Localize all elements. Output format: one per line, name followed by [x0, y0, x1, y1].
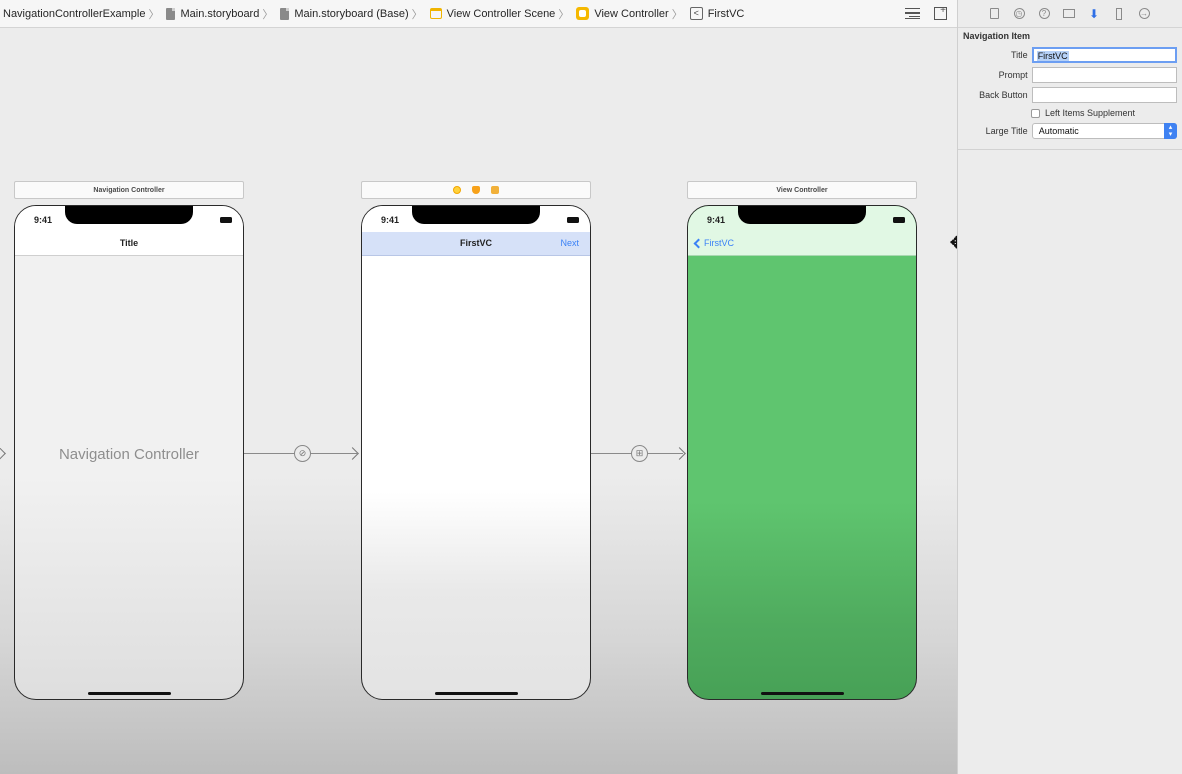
- breadcrumb-scene[interactable]: View Controller Scene 〉: [427, 6, 574, 22]
- prompt-label: Prompt: [998, 70, 1028, 80]
- home-indicator: [435, 692, 518, 695]
- battery-icon: [220, 217, 232, 223]
- left-items-supplement-label: Left Items Supplement: [1045, 108, 1136, 118]
- battery-icon: [893, 217, 905, 223]
- navigation-bar[interactable]: FirstVC: [688, 232, 916, 256]
- navigation-bar-selected[interactable]: FirstVC Next: [362, 232, 590, 256]
- device-notch: [738, 206, 866, 224]
- breadcrumb-storyboard-base[interactable]: Main.storyboard (Base) 〉: [277, 6, 426, 22]
- entry-point-arrow-icon[interactable]: [0, 447, 6, 460]
- nav-bar-title[interactable]: FirstVC: [362, 238, 590, 248]
- navigation-bar[interactable]: Title: [15, 232, 243, 256]
- exit-dock-icon[interactable]: [491, 186, 499, 194]
- battery-icon: [567, 217, 579, 223]
- scene-header-label: View Controller: [776, 186, 828, 194]
- scene-header-view-controller[interactable]: View Controller: [687, 181, 917, 199]
- status-time: 9:41: [34, 215, 53, 225]
- back-button-label: Back Button: [979, 90, 1028, 100]
- identity-inspector-icon[interactable]: [1063, 8, 1075, 20]
- next-bar-button[interactable]: Next: [560, 238, 579, 248]
- breadcrumb-storyboard[interactable]: Main.storyboard 〉: [163, 6, 277, 22]
- add-editor-icon[interactable]: [934, 5, 947, 20]
- breadcrumb-project[interactable]: NavigationControllerExample 〉: [0, 6, 163, 22]
- view-controller-dock-icon[interactable]: [453, 186, 461, 194]
- prompt-field[interactable]: [1031, 67, 1177, 83]
- editor-options-icon[interactable]: [905, 8, 920, 19]
- breadcrumb-separator: 〉: [262, 8, 274, 21]
- title-label: Title: [1011, 50, 1028, 60]
- large-title-value: Automatic: [1038, 126, 1079, 136]
- title-row: Title FirstVC: [963, 45, 1177, 65]
- view-controller-scene[interactable]: 9:41 FirstVC: [687, 205, 917, 700]
- scene-dock-first-vc[interactable]: [361, 181, 591, 199]
- prompt-row: Prompt: [963, 65, 1177, 85]
- left-items-supplement-row[interactable]: Left Items Supplement: [963, 105, 1177, 121]
- back-button-label: FirstVC: [704, 238, 734, 248]
- navigation-controller-scene[interactable]: 9:41 Title Navigation Controller: [14, 205, 244, 700]
- back-button-field[interactable]: [1031, 87, 1177, 103]
- breadcrumb-separator: 〉: [148, 8, 160, 21]
- section-title: Navigation Item: [963, 31, 1031, 41]
- segue-arrow-icon: [346, 447, 359, 460]
- file-inspector-icon[interactable]: [988, 8, 1000, 20]
- breadcrumb-label: FirstVC: [707, 7, 745, 20]
- breadcrumb-separator: 〉: [671, 8, 683, 21]
- jump-bar: NavigationControllerExample 〉 Main.story…: [0, 0, 957, 28]
- storyboard-canvas[interactable]: Navigation Controller 9:41 Title Navigat…: [0, 28, 963, 774]
- storyboard-file-icon: [280, 7, 290, 20]
- breadcrumb-label: Main.storyboard (Base): [294, 7, 409, 20]
- history-inspector-icon[interactable]: ◷: [1013, 8, 1025, 20]
- back-button-row: Back Button: [963, 85, 1177, 105]
- attributes-inspector-icon[interactable]: ⬇: [1088, 7, 1100, 21]
- back-button[interactable]: FirstVC: [693, 238, 734, 248]
- home-indicator: [88, 692, 171, 695]
- nav-bar-title: Title: [119, 238, 139, 248]
- size-inspector-icon[interactable]: [1113, 7, 1125, 20]
- breadcrumb-view-controller[interactable]: View Controller 〉: [573, 6, 686, 22]
- popup-arrows-icon: ▴ ▾: [1164, 123, 1177, 139]
- relationship-segue-icon[interactable]: ⊘: [294, 445, 311, 462]
- scene-placeholder-label: Navigation Controller: [58, 446, 200, 463]
- navigation-item-icon: <: [689, 7, 703, 20]
- first-vc-scene[interactable]: 9:41 FirstVC Next: [361, 205, 591, 700]
- scene-header-navigation-controller[interactable]: Navigation Controller: [14, 181, 244, 199]
- editor-controls: [905, 5, 947, 20]
- device-notch: [65, 206, 193, 224]
- left-items-supplement-checkbox[interactable]: [1031, 108, 1040, 118]
- status-time: 9:41: [707, 215, 726, 225]
- breadcrumb-navigation-item[interactable]: < FirstVC: [687, 7, 745, 20]
- large-title-row: Large Title Automatic ▴ ▾: [963, 121, 1177, 141]
- attributes-inspector: ◷ ? ⬇ → Navigation Item Title FirstVC Pr…: [957, 0, 1182, 774]
- first-responder-dock-icon[interactable]: [472, 186, 480, 194]
- storyboard-file-icon: [166, 7, 176, 20]
- breadcrumb-label: Main.storyboard: [180, 7, 260, 20]
- breadcrumb-label: View Controller: [594, 7, 669, 20]
- breadcrumb-label: NavigationControllerExample: [3, 7, 146, 20]
- device-notch: [412, 206, 540, 224]
- connections-inspector-icon[interactable]: →: [1138, 8, 1150, 20]
- large-title-label: Large Title: [985, 126, 1028, 136]
- breadcrumb-separator: 〉: [558, 8, 570, 21]
- home-indicator: [761, 692, 844, 695]
- help-inspector-icon[interactable]: ?: [1038, 8, 1050, 20]
- title-field[interactable]: FirstVC: [1031, 47, 1177, 63]
- breadcrumb-separator: 〉: [411, 8, 423, 21]
- view-controller-icon: [576, 7, 590, 20]
- segue-arrow-icon: [673, 447, 686, 460]
- scene-header-label: Navigation Controller: [93, 186, 165, 194]
- title-field-value: FirstVC: [1036, 51, 1069, 61]
- large-title-select[interactable]: Automatic ▴ ▾: [1031, 123, 1177, 139]
- show-segue-icon[interactable]: ⊞: [631, 445, 648, 462]
- breadcrumb-label: View Controller Scene: [446, 7, 556, 20]
- navigation-item-section: Navigation Item Title FirstVC Prompt Bac…: [958, 28, 1182, 150]
- scene-icon: [429, 8, 442, 19]
- chevron-left-icon: [693, 238, 704, 248]
- status-time: 9:41: [381, 215, 400, 225]
- inspector-tabs: ◷ ? ⬇ →: [958, 0, 1182, 28]
